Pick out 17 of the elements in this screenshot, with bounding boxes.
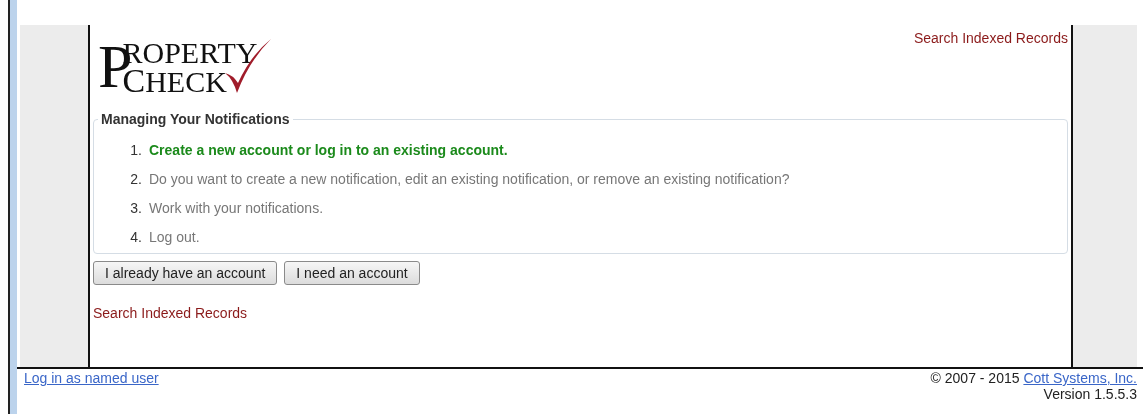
version-text: Version 1.5.5.3 bbox=[1043, 386, 1137, 402]
step-text: Work with your notifications. bbox=[149, 199, 324, 218]
panel-title: Managing Your Notifications bbox=[100, 111, 291, 127]
search-indexed-records-link[interactable]: Search Indexed Records bbox=[93, 305, 1068, 321]
account-button[interactable]: I already have an account bbox=[93, 261, 278, 285]
login-link[interactable]: Log in as named user bbox=[24, 370, 159, 402]
copyright-text: © 2007 - 2015 bbox=[930, 370, 1020, 386]
company-link[interactable]: Cott Systems, Inc. bbox=[1023, 370, 1137, 386]
account-button[interactable]: I need an account bbox=[284, 261, 420, 285]
step-number: 1. bbox=[129, 141, 142, 160]
step-number: 2. bbox=[129, 170, 142, 189]
step-text: Do you want to create a new notification, edit an existing notification, or remove an existing notification? bbox=[149, 170, 790, 189]
step-number: 3. bbox=[129, 199, 142, 218]
step-text: Create a new account or log in to an existing account. bbox=[149, 141, 508, 160]
step-number: 4. bbox=[129, 228, 142, 247]
step-text: Log out. bbox=[149, 228, 200, 247]
search-indexed-records-link[interactable]: Search Indexed Records bbox=[913, 30, 1068, 46]
